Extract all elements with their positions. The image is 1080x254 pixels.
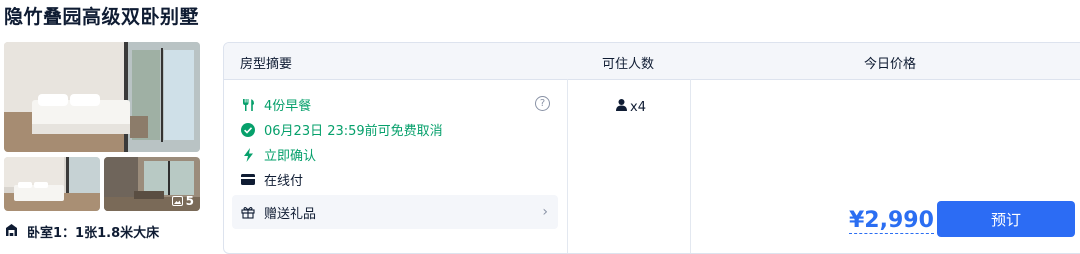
bed-info: 卧室1：1张1.8米大床 (4, 222, 159, 241)
photo-count: 5 (185, 194, 194, 208)
feature-breakfast-label: 4份早餐 (264, 99, 312, 114)
bed-icon (4, 223, 19, 241)
fork-knife-icon (241, 98, 255, 112)
rate-table: 房型摘要 可住人数 今日价格 4份早餐 ? 06月23日 23:59前可免费取消… (223, 42, 1080, 254)
image-icon (171, 196, 183, 206)
feature-online-pay-label: 在线付 (264, 174, 304, 189)
lightning-icon (241, 147, 255, 162)
header-room-summary: 房型摘要 (240, 57, 293, 72)
gift-row[interactable]: 赠送礼品 › (232, 195, 558, 229)
feature-online-pay: 在线付 (241, 170, 303, 189)
person-icon (616, 99, 627, 115)
feature-free-cancel-label: 06月23日 23:59前可免费取消 (264, 124, 443, 139)
price[interactable]: ¥2,990 (849, 209, 934, 234)
check-circle-icon (241, 122, 255, 137)
header-price: 今日价格 (864, 57, 917, 72)
room-photo-thumb-2[interactable]: 5 (104, 157, 200, 211)
feature-instant-confirm-label: 立即确认 (264, 149, 317, 164)
book-button[interactable]: 预订 (937, 201, 1075, 237)
header-occupancy: 可住人数 (602, 57, 655, 72)
column-divider (567, 79, 568, 253)
column-divider (690, 79, 691, 253)
occupancy-count: x4 (630, 99, 646, 115)
feature-breakfast: 4份早餐 (241, 95, 311, 114)
room-photo-main[interactable] (4, 42, 200, 152)
gift-label: 赠送礼品 (264, 206, 317, 222)
occupancy: x4 (616, 99, 646, 115)
chevron-right-icon: › (542, 204, 548, 220)
room-title: 隐竹叠园高级双卧别墅 (4, 6, 200, 28)
gift-icon (241, 205, 255, 219)
room-photo-thumb-1[interactable] (4, 157, 100, 211)
bed-info-text: 卧室1：1张1.8米大床 (27, 226, 160, 241)
feature-free-cancel: 06月23日 23:59前可免费取消 (241, 120, 443, 139)
card-icon (241, 173, 255, 187)
table-header: 房型摘要 可住人数 今日价格 (224, 43, 1080, 80)
feature-instant-confirm: 立即确认 (241, 145, 316, 164)
help-icon[interactable]: ? (535, 96, 550, 111)
